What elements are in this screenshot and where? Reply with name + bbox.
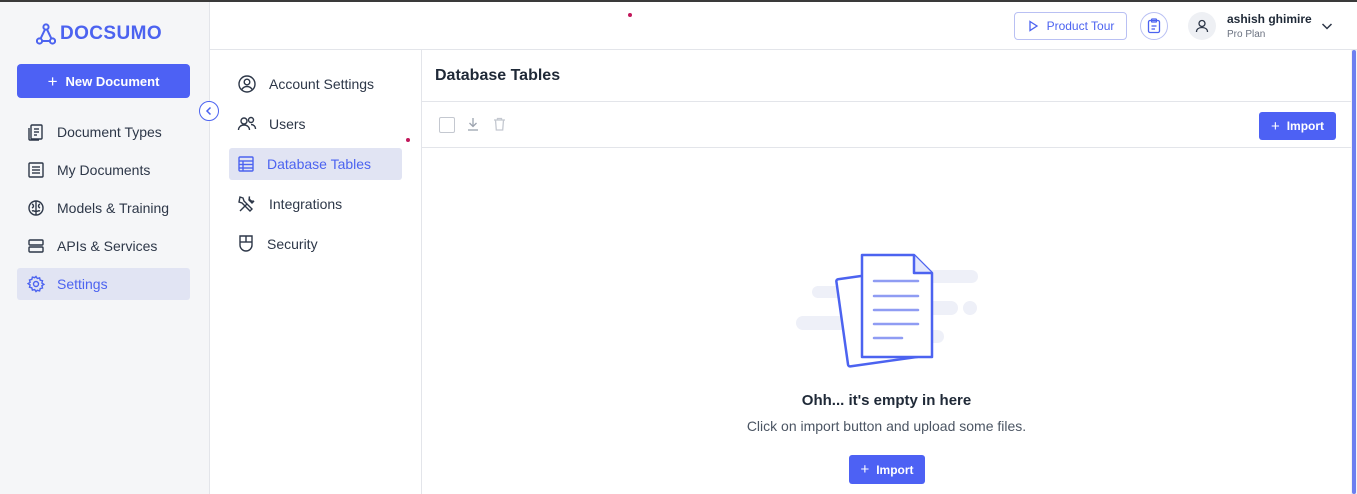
play-icon: [1028, 20, 1038, 32]
plus-icon: +: [47, 71, 58, 91]
subnav-item-security[interactable]: Security: [229, 228, 402, 260]
import-label: Import: [1286, 119, 1325, 133]
subnav-item-database-tables[interactable]: Database Tables: [229, 148, 402, 180]
top-header: Product Tour ashish ghimire Pro Plan: [210, 2, 1357, 50]
sidebar-item-settings[interactable]: Settings: [17, 268, 190, 300]
subnav-item-integrations[interactable]: Integrations: [229, 188, 402, 220]
import-label: Import: [876, 462, 914, 477]
import-button[interactable]: + Import: [1259, 112, 1336, 140]
product-tour-label: Product Tour: [1046, 19, 1115, 33]
collapse-sidebar-button[interactable]: [199, 101, 219, 121]
chevron-left-icon: [205, 106, 212, 116]
scrollbar[interactable]: [1351, 50, 1357, 494]
user-name[interactable]: ashish ghimire: [1227, 12, 1312, 26]
docsumo-logo[interactable]: DOCSUMO: [36, 22, 162, 46]
sidebar-item-label: Models & Training: [57, 200, 170, 216]
subnav-item-label: Users: [269, 116, 306, 132]
table-toolbar: + Import: [422, 102, 1351, 148]
tools-icon: [238, 196, 255, 212]
subnav-item-label: Security: [267, 236, 318, 252]
sidebar-item-label: Settings: [57, 276, 108, 292]
subnav-item-label: Account Settings: [269, 76, 375, 92]
plus-icon: +: [1270, 117, 1280, 135]
empty-documents-illustration: [796, 253, 978, 368]
users-icon: [237, 116, 257, 131]
empty-state-import-button[interactable]: + Import: [849, 455, 925, 484]
subnav-item-label: Integrations: [269, 196, 343, 212]
empty-state-subtitle: Click on import button and upload some f…: [746, 418, 1027, 434]
avatar[interactable]: [1188, 12, 1216, 40]
subnav-item-account-settings[interactable]: Account Settings: [229, 68, 402, 100]
table-icon: [238, 156, 254, 172]
download-icon[interactable]: [467, 117, 479, 131]
document-types-icon: [28, 124, 43, 141]
account-icon: [238, 75, 256, 93]
main-content: Database Tables + Import Ohh... it's emp…: [422, 50, 1351, 494]
select-all-checkbox[interactable]: [439, 117, 455, 133]
logo-text: DOCSUMO: [60, 23, 163, 44]
main-sidebar: DOCSUMO + New Document Document Types My…: [0, 2, 210, 494]
sidebar-item-my-documents[interactable]: My Documents: [17, 154, 190, 186]
sidebar-item-label: My Documents: [57, 162, 151, 178]
gear-icon: [27, 275, 45, 293]
page-title: Database Tables: [435, 67, 561, 84]
empty-state-title: Ohh... it's empty in here: [801, 392, 972, 409]
new-document-button[interactable]: + New Document: [17, 64, 190, 98]
brain-icon: [28, 200, 44, 216]
indicator-dot: [628, 13, 632, 17]
indicator-dot: [406, 138, 410, 142]
sidebar-nav: Document Types My Documents Models & Tra…: [17, 116, 190, 306]
settings-subnav: Account Settings Users Database Tables I…: [210, 50, 422, 494]
trash-icon[interactable]: [493, 117, 506, 131]
sidebar-item-models-training[interactable]: Models & Training: [17, 192, 190, 224]
server-icon: [28, 239, 44, 253]
sidebar-item-document-types[interactable]: Document Types: [17, 116, 190, 148]
chevron-down-icon[interactable]: [1320, 19, 1334, 33]
plus-icon: +: [860, 461, 870, 478]
sidebar-item-apis-services[interactable]: APIs & Services: [17, 230, 190, 262]
user-icon: [1195, 19, 1209, 33]
subnav-item-label: Database Tables: [267, 156, 372, 172]
my-documents-icon: [28, 162, 44, 178]
product-tour-button[interactable]: Product Tour: [1014, 12, 1127, 40]
sidebar-item-label: Document Types: [57, 124, 162, 140]
clipboard-button[interactable]: [1140, 12, 1168, 40]
scrollbar-thumb[interactable]: [1352, 50, 1356, 494]
user-plan: Pro Plan: [1227, 29, 1266, 40]
subnav-item-users[interactable]: Users: [229, 108, 402, 140]
logo-mark-icon: [36, 23, 56, 45]
shield-icon: [239, 235, 253, 252]
sidebar-item-label: APIs & Services: [57, 238, 158, 254]
new-document-label: New Document: [65, 73, 160, 89]
clipboard-icon: [1147, 18, 1161, 34]
